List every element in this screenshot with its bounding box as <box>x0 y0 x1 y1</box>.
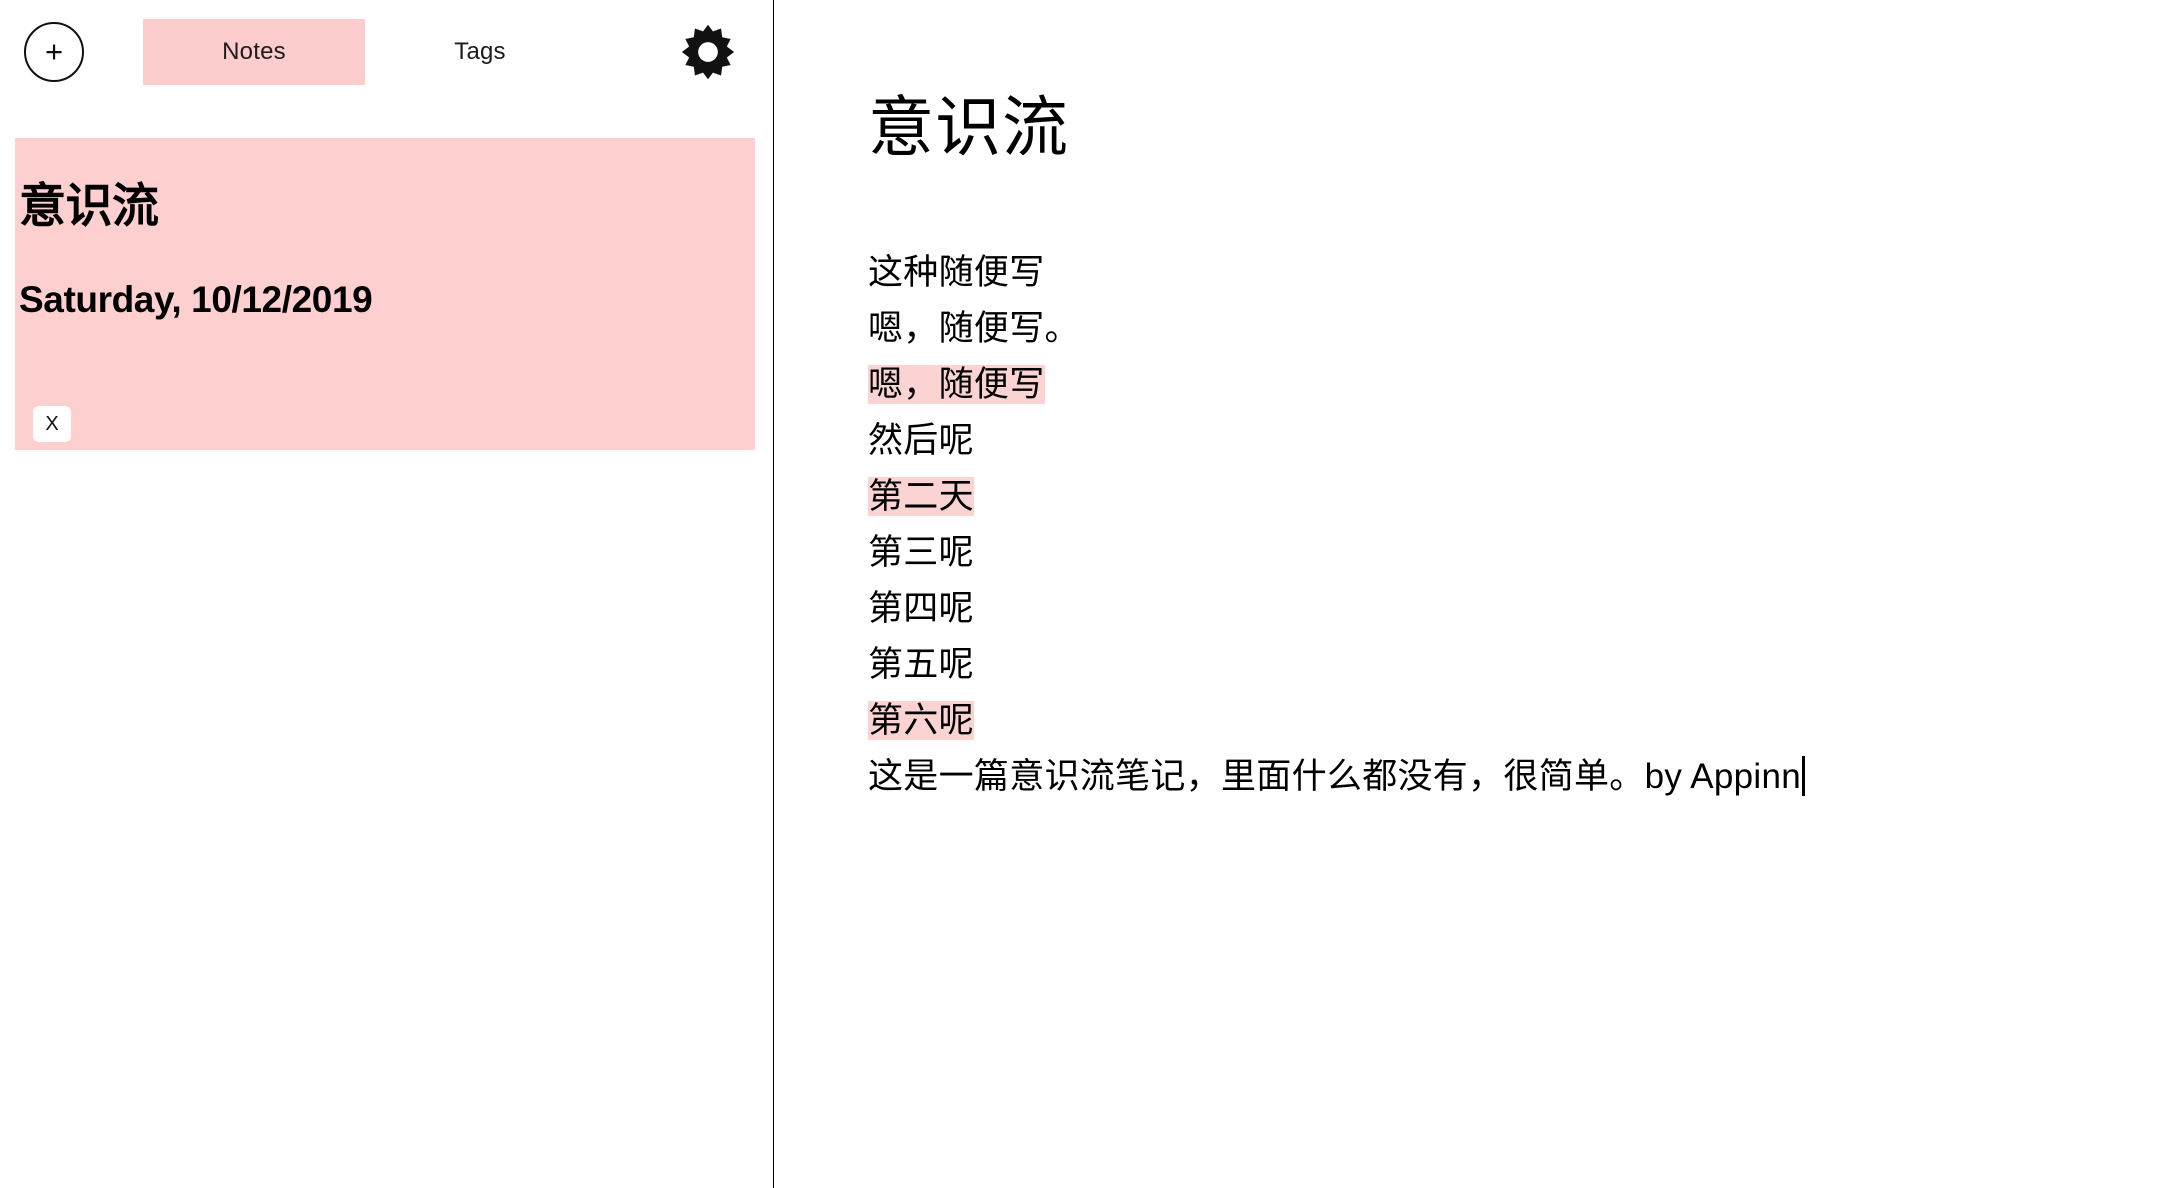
tab-tags[interactable]: Tags <box>420 19 540 85</box>
settings-button[interactable] <box>674 18 742 86</box>
sidebar: + Notes Tags 意识流 Saturday, 10/12/2019 X <box>0 0 774 1188</box>
add-note-button[interactable]: + <box>24 22 84 82</box>
sidebar-toolbar: + Notes Tags <box>0 0 774 118</box>
note-body-line: 第六呢 <box>868 693 2178 749</box>
note-list-item[interactable]: 意识流 Saturday, 10/12/2019 X <box>15 138 755 450</box>
note-body-line: 第五呢 <box>868 637 2178 693</box>
body-text: 嗯，随便写。 <box>868 309 1080 349</box>
highlighted-text: 第六呢 <box>868 701 974 741</box>
highlighted-text: 第二天 <box>868 477 974 517</box>
body-text: 然后呢 <box>868 421 974 461</box>
note-body-line: 然后呢 <box>868 413 2178 469</box>
note-body-line: 第二天 <box>868 469 2178 525</box>
note-editor[interactable]: 意识流 这种随便写嗯，随便写。 嗯，随便写然后呢第二天第三呢第四呢第五呢第六呢这是… <box>774 0 2178 1188</box>
body-text: 这种随便写 <box>868 253 1045 293</box>
note-body-line: 嗯，随便写 <box>868 357 2178 413</box>
note-item-title: 意识流 <box>19 179 159 232</box>
app-root: + Notes Tags 意识流 Saturday, 10/12/2019 X … <box>0 0 2178 1188</box>
body-text: 第三呢 <box>868 533 974 573</box>
tab-notes-label: Notes <box>222 38 286 65</box>
note-body-line: 嗯，随便写。 <box>868 301 2178 357</box>
tab-notes[interactable]: Notes <box>143 19 365 85</box>
note-body[interactable]: 这种随便写嗯，随便写。 嗯，随便写然后呢第二天第三呢第四呢第五呢第六呢这是一篇意识… <box>868 245 2178 805</box>
note-body-line: 第四呢 <box>868 581 2178 637</box>
note-item-date: Saturday, 10/12/2019 <box>19 279 373 320</box>
note-title: 意识流 <box>868 90 1069 164</box>
gear-icon <box>679 23 737 81</box>
tab-tags-label: Tags <box>454 38 506 65</box>
body-text: 第五呢 <box>868 645 974 685</box>
note-body-line: 第三呢 <box>868 525 2178 581</box>
body-text: 第四呢 <box>868 589 974 629</box>
body-text: 这是一篇意识流笔记，里面什么都没有，很简单。by Appinn <box>868 757 1802 797</box>
highlighted-text: 嗯，随便写 <box>868 365 1045 405</box>
delete-note-button[interactable]: X <box>33 406 71 442</box>
text-caret <box>1802 756 1806 797</box>
plus-icon: + <box>44 33 64 69</box>
note-body-line: 这是一篇意识流笔记，里面什么都没有，很简单。by Appinn <box>868 749 2178 805</box>
note-body-line: 这种随便写 <box>868 245 2178 301</box>
